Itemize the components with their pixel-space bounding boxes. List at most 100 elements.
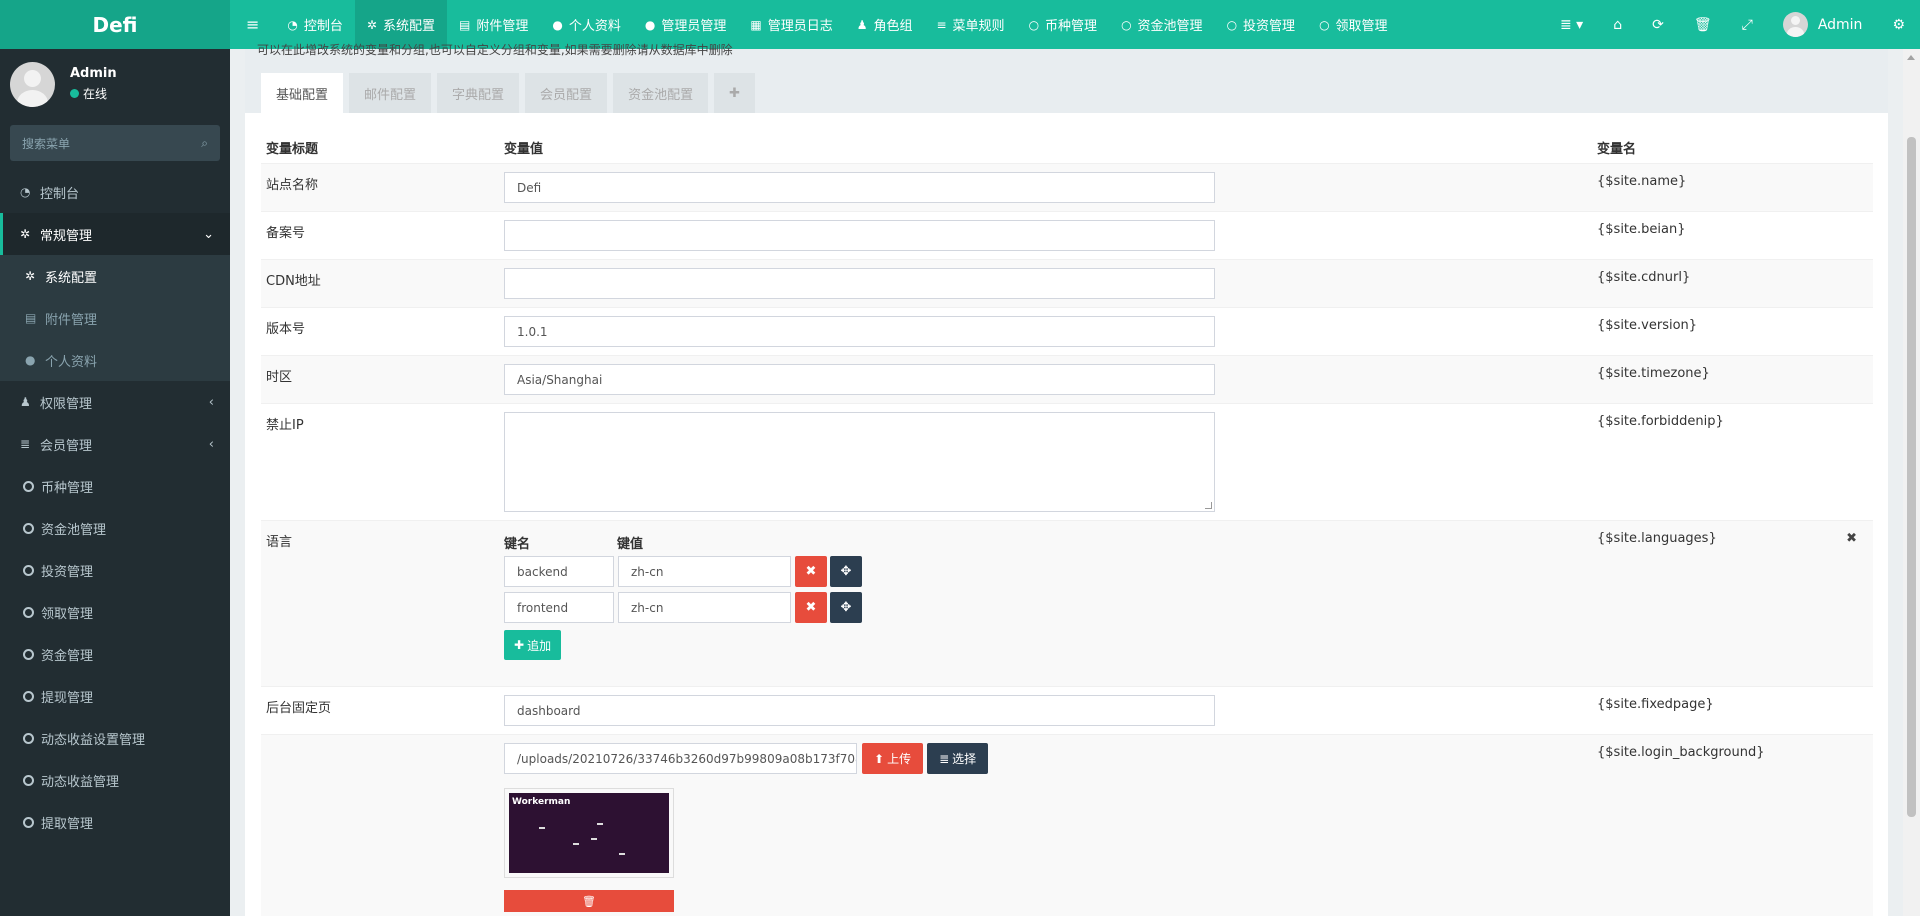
circle-icon: ○ <box>1028 17 1040 32</box>
avatar <box>10 61 55 107</box>
list-icon: ▦ <box>750 17 762 32</box>
avatar <box>1782 12 1808 37</box>
panel-heading: 可以在此增改系统的变量和分组,也可以自定义分组和变量,如果需要删除请从数据库中删… <box>245 43 1888 113</box>
image-preview[interactable]: Workerman <box>504 788 674 878</box>
remove-row-button[interactable]: ✖ <box>795 556 827 587</box>
home-button[interactable]: ⌂ <box>1598 0 1637 49</box>
bars-icon: ≡ <box>936 17 947 32</box>
language-value-input[interactable]: zh-cn <box>618 592 791 623</box>
top-tab-fund-pool[interactable]: ○ 资金池管理 <box>1109 0 1215 49</box>
remove-row-button[interactable]: ✖ <box>795 592 827 623</box>
sidebar-item-dynamic-income-settings[interactable]: 动态收益设置管理 <box>0 717 230 759</box>
kv-row: frontend zh-cn ✖ ✥ <box>504 592 1597 623</box>
sidebar-item-dynamic-income[interactable]: 动态收益管理 <box>0 759 230 801</box>
upload-button[interactable]: ⬆ 上传 <box>862 743 924 774</box>
fixed-page-input[interactable]: dashboard <box>504 695 1215 726</box>
beian-input[interactable] <box>504 220 1215 251</box>
fullscreen-icon: ⤢ <box>1741 16 1753 33</box>
row-title: 禁止IP <box>266 418 304 433</box>
sidebar-item-fund-pool[interactable]: 资金池管理 <box>0 507 230 549</box>
delete-image-button[interactable]: 🗑 <box>504 890 674 912</box>
language-key-input[interactable]: frontend <box>504 592 614 623</box>
timezone-input[interactable]: Asia/Shanghai <box>504 364 1215 395</box>
sidebar-item-dashboard[interactable]: ◔ 控制台 <box>0 171 230 213</box>
site-name-input[interactable]: Defi <box>504 172 1215 203</box>
sidebar-item-claim[interactable]: 领取管理 <box>0 591 230 633</box>
row-title: 版本号 <box>266 322 306 337</box>
sidebar-item-general[interactable]: ✲ 常规管理 ⌄ <box>0 213 230 255</box>
top-tab-role-group[interactable]: ♟ 角色组 <box>845 0 925 49</box>
sidebar-item-extract[interactable]: 提取管理 <box>0 801 230 843</box>
table-row: 后台固定页 dashboard {$site.fixedpage} <box>261 686 1873 734</box>
drag-row-handle[interactable]: ✥ <box>830 592 862 623</box>
sidebar-item-profile[interactable]: ● 个人资料 <box>0 339 230 381</box>
kv-row: backend zh-cn ✖ ✥ <box>504 556 1597 587</box>
scrollbar-thumb[interactable] <box>1907 137 1916 817</box>
login-background-input[interactable]: /uploads/20210726/33746b3260d97b99809a08… <box>504 743 857 774</box>
circle-icon <box>23 480 34 492</box>
tab-email[interactable]: 邮件配置 <box>349 73 432 113</box>
move-icon: ✥ <box>840 600 852 615</box>
upload-icon: ⬆ <box>874 751 885 766</box>
plus-icon: ✚ <box>514 638 525 652</box>
top-tab-admin-log[interactable]: ▦ 管理员日志 <box>738 0 844 49</box>
top-tab-currency[interactable]: ○ 币种管理 <box>1017 0 1110 49</box>
sidebar-item-system-config[interactable]: ✲ 系统配置 <box>0 255 230 297</box>
tab-fund-pool[interactable]: 资金池配置 <box>613 73 709 113</box>
language-key-input[interactable]: backend <box>504 556 614 587</box>
fullscreen-button[interactable]: ⤢ <box>1727 0 1768 49</box>
col-name-header: 变量名 <box>1597 142 1637 157</box>
version-input[interactable]: 1.0.1 <box>504 316 1215 347</box>
group-icon: ♟ <box>20 395 31 409</box>
append-button[interactable]: ✚ 追加 <box>504 630 562 660</box>
user-menu[interactable]: Admin <box>1768 0 1878 49</box>
top-tab-menu-rules[interactable]: ≡ 菜单规则 <box>924 0 1016 49</box>
circle-icon <box>23 774 34 786</box>
col-value-header: 变量值 <box>504 142 544 157</box>
tab-member[interactable]: 会员配置 <box>525 73 608 113</box>
sidebar-item-investment[interactable]: 投资管理 <box>0 549 230 591</box>
row-title <box>261 735 504 916</box>
close-icon: ✖ <box>805 600 817 615</box>
vertical-scrollbar[interactable] <box>1903 49 1920 916</box>
sidebar-item-withdraw[interactable]: 提现管理 <box>0 675 230 717</box>
scroll-up-icon <box>1907 55 1915 60</box>
kv-header: 键名 键值 <box>504 537 644 552</box>
circle-icon: ○ <box>1226 17 1238 32</box>
add-tab-button[interactable]: ✚ <box>714 73 755 113</box>
sidebar-item-attachments[interactable]: ▤ 附件管理 <box>0 297 230 339</box>
circle-icon: ○ <box>1319 17 1330 32</box>
top-tab-claim[interactable]: ○ 领取管理 <box>1307 0 1400 49</box>
online-dot-icon <box>70 89 79 98</box>
cdn-url-input[interactable] <box>504 268 1215 299</box>
tab-basic[interactable]: 基础配置 <box>261 73 344 113</box>
sidebar-item-funds[interactable]: 资金管理 <box>0 633 230 675</box>
table-header: 变量标题 变量值 变量名 <box>261 129 1873 163</box>
language-value-input[interactable]: zh-cn <box>618 556 791 587</box>
nav-dropdown-button[interactable]: ≣ ▾ <box>1545 0 1598 49</box>
sidebar-item-members[interactable]: ≣ 会员管理 ‹ <box>0 423 230 465</box>
sidebar-item-currency[interactable]: 币种管理 <box>0 465 230 507</box>
row-var-name: {$site.beian} <box>1597 222 1686 237</box>
row-var-name: {$site.name} <box>1597 174 1687 189</box>
chevron-down-icon: ⌄ <box>203 226 214 242</box>
row-title: 时区 <box>266 370 293 385</box>
app-logo[interactable]: Defi <box>0 0 230 49</box>
table-row: 时区 Asia/Shanghai {$site.timezone} <box>261 355 1873 403</box>
drag-row-handle[interactable]: ✥ <box>830 556 862 587</box>
table-row: 版本号 1.0.1 {$site.version} <box>261 307 1873 355</box>
choose-button[interactable]: ≣ 选择 <box>927 743 989 774</box>
circle-icon <box>23 690 34 702</box>
top-tab-investment[interactable]: ○ 投资管理 <box>1215 0 1308 49</box>
sidebar-search-input[interactable]: 搜索菜单 ⌕ <box>10 125 220 161</box>
sidebar-item-permissions[interactable]: ♟ 权限管理 ‹ <box>0 381 230 423</box>
tab-dictionary[interactable]: 字典配置 <box>437 73 520 113</box>
forbidden-ip-textarea[interactable] <box>504 412 1215 512</box>
delete-variable-button[interactable]: ✖ <box>1846 531 1857 546</box>
settings-button[interactable]: ⚙ <box>1877 0 1920 49</box>
row-title: 站点名称 <box>266 178 319 193</box>
sidebar: Admin 在线 搜索菜单 ⌕ ◔ 控制台 ✲ 常规管理 ⌄ ✲ 系统配置 ▤ 附件管理 … <box>0 49 230 916</box>
clear-cache-button[interactable]: 🗑 <box>1679 0 1727 49</box>
upload-row: /uploads/20210726/33746b3260d97b99809a08… <box>504 743 1597 774</box>
refresh-button[interactable]: ⟳ <box>1637 0 1679 49</box>
